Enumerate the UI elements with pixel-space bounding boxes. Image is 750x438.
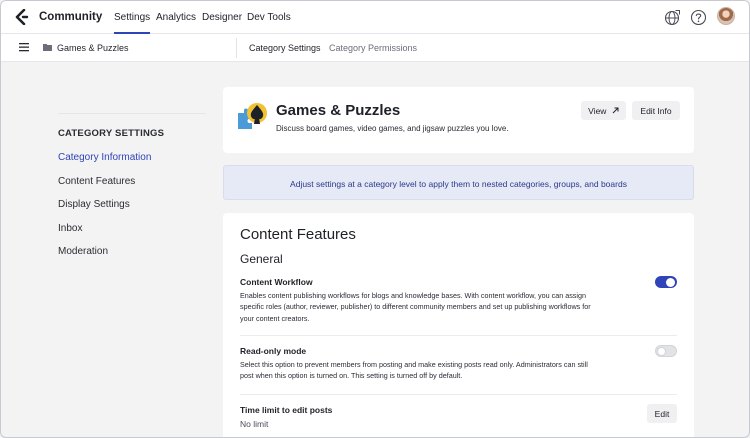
subsection-title: General: [240, 252, 283, 266]
sidebar-heading: CATEGORY SETTINGS: [58, 128, 165, 139]
sidebar-item-category-information[interactable]: Category Information: [58, 152, 151, 163]
setting-description-line: Enables content publishing workflows for…: [240, 291, 586, 300]
category-image: [238, 103, 267, 129]
sidebar-item-display-settings[interactable]: Display Settings: [58, 199, 130, 210]
logo-icon[interactable]: [15, 9, 29, 25]
section-title: Content Features: [240, 226, 356, 243]
setting-title: Content Workflow: [240, 277, 313, 287]
setting-description-line: specific roles (author, reviewer, publis…: [240, 302, 591, 312]
setting-description-line: post when this option is turned on. This…: [240, 371, 463, 381]
category-title: Games & Puzzles: [276, 102, 401, 119]
user-avatar[interactable]: [717, 7, 735, 25]
category-bar: Games & Puzzles Category Settings Catego…: [1, 34, 749, 62]
bar-divider: [236, 38, 237, 58]
content-features-card: Content Features General Content Workflo…: [223, 213, 694, 437]
tab-dev-tools[interactable]: Dev Tools: [247, 12, 291, 23]
setting-title: Time limit to edit posts: [240, 405, 333, 415]
app-window: Community Settings Analytics Designer De…: [0, 0, 750, 438]
toggle-knob: [657, 347, 666, 356]
info-banner-text: Adjust settings at a category level to a…: [290, 179, 627, 189]
external-link-icon: [612, 107, 619, 113]
globe-icon[interactable]: [664, 9, 681, 26]
help-icon[interactable]: [690, 9, 707, 26]
edit-info-button[interactable]: Edit Info: [632, 101, 680, 120]
hamburger-menu-icon[interactable]: [19, 42, 29, 52]
tab-category-permissions[interactable]: Category Permissions: [329, 43, 417, 53]
setting-description: Select this option to prevent members fr…: [240, 359, 630, 382]
setting-description: Enables content publishing workflows for…: [240, 290, 630, 324]
brand-name: Community: [39, 11, 103, 23]
view-button[interactable]: View: [581, 101, 626, 120]
breadcrumb[interactable]: Games & Puzzles: [57, 43, 129, 53]
setting-title: Read-only mode: [240, 346, 307, 356]
category-description: Discuss board games, video games, and ji…: [276, 124, 509, 133]
folder-icon: [43, 44, 52, 51]
view-button-label: View: [588, 105, 607, 116]
tab-designer[interactable]: Designer: [202, 12, 242, 23]
tab-settings[interactable]: Settings: [114, 12, 151, 34]
toggle-knob: [666, 277, 675, 287]
setting-value: No limit: [240, 419, 269, 429]
sidebar-item-inbox[interactable]: Inbox: [58, 223, 82, 234]
setting-divider: [240, 335, 677, 336]
category-header-card: Games & Puzzles Discuss board games, vid…: [223, 87, 694, 153]
setting-description-line: Select this option to prevent members fr…: [240, 360, 588, 369]
content-workflow-toggle[interactable]: [655, 276, 677, 288]
read-only-mode-toggle[interactable]: [655, 345, 677, 357]
tab-category-settings[interactable]: Category Settings: [249, 43, 321, 53]
setting-description-line: your content creators.: [240, 313, 310, 323]
sidebar-item-content-features[interactable]: Content Features: [58, 176, 135, 187]
tab-analytics[interactable]: Analytics: [156, 12, 196, 23]
edit-time-limit-button[interactable]: Edit: [647, 404, 677, 423]
info-banner: Adjust settings at a category level to a…: [223, 165, 694, 200]
setting-divider: [240, 394, 677, 395]
sidebar-divider: [58, 113, 206, 114]
top-navigation: Community Settings Analytics Designer De…: [1, 1, 749, 34]
sidebar-item-moderation[interactable]: Moderation: [58, 246, 108, 257]
